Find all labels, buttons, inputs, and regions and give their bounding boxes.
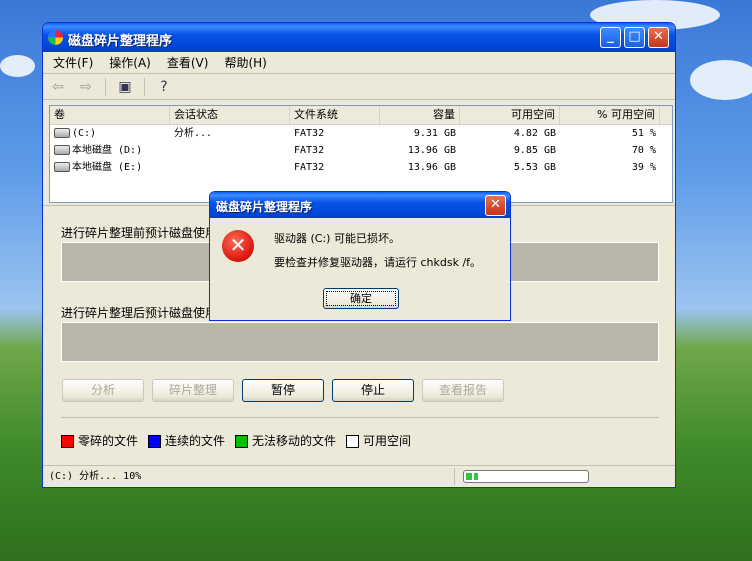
show-hide-console-icon[interactable]: ▣ bbox=[116, 79, 134, 95]
stop-button[interactable]: 停止 bbox=[332, 379, 414, 402]
help-icon[interactable]: ? bbox=[155, 79, 173, 95]
minimize-button[interactable]: _ bbox=[600, 27, 621, 48]
menu-view[interactable]: 查看(V) bbox=[167, 54, 209, 71]
legend: 零碎的文件 连续的文件 无法移动的文件 可用空间 bbox=[61, 432, 411, 449]
progress-fill bbox=[466, 473, 478, 480]
divider bbox=[61, 417, 659, 418]
volume-capacity: 13.96 GB bbox=[407, 145, 456, 156]
error-icon: ✕ bbox=[222, 230, 254, 262]
col-capacity[interactable]: 容量 bbox=[380, 106, 460, 124]
volume-row[interactable]: 本地磁盘 (D:) FAT32 13.96 GB 9.85 GB 70 % bbox=[50, 142, 672, 159]
legend-swatch bbox=[148, 435, 162, 448]
menu-help[interactable]: 帮助(H) bbox=[224, 54, 266, 71]
col-session-status[interactable]: 会话状态 bbox=[170, 106, 290, 124]
volume-name: (C:) bbox=[72, 128, 97, 139]
after-usage-bar bbox=[61, 322, 659, 362]
analyze-button[interactable]: 分析 bbox=[62, 379, 144, 402]
legend-swatch bbox=[346, 435, 360, 448]
legend-swatch bbox=[235, 435, 249, 448]
col-free-space[interactable]: 可用空间 bbox=[460, 106, 560, 124]
error-dialog: 磁盘碎片整理程序 ✕ ✕ 驱动器 (C:) 可能已损坏。 要检查并修复驱动器，请… bbox=[209, 191, 511, 321]
volume-list: 卷 会话状态 文件系统 容量 可用空间 % 可用空间 (C:) 分析... FA… bbox=[49, 105, 673, 203]
drive-icon bbox=[54, 128, 70, 138]
pause-button[interactable]: 暂停 bbox=[242, 379, 324, 402]
volume-free: 9.85 GB bbox=[513, 145, 556, 156]
menubar: 文件(F) 操作(A) 查看(V) 帮助(H) bbox=[43, 52, 675, 74]
volume-pct: 39 % bbox=[631, 162, 656, 173]
volume-capacity: 9.31 GB bbox=[413, 128, 456, 139]
before-usage-label: 进行碎片整理前预计磁盘使用量: bbox=[61, 226, 234, 240]
volume-row[interactable]: (C:) 分析... FAT32 9.31 GB 4.82 GB 51 % bbox=[50, 125, 672, 142]
window-title: 磁盘碎片整理程序 bbox=[68, 34, 173, 49]
dialog-titlebar[interactable]: 磁盘碎片整理程序 ✕ bbox=[210, 192, 510, 218]
view-report-button[interactable]: 查看报告 bbox=[422, 379, 504, 402]
close-button[interactable]: ✕ bbox=[648, 27, 669, 48]
col-file-system[interactable]: 文件系统 bbox=[290, 106, 380, 124]
legend-fragmented: 零碎的文件 bbox=[61, 432, 138, 449]
volume-capacity: 13.96 GB bbox=[407, 162, 456, 173]
cloud bbox=[0, 55, 35, 77]
volume-name: 本地磁盘 (E:) bbox=[72, 162, 143, 173]
drive-icon bbox=[54, 145, 70, 155]
defragment-button[interactable]: 碎片整理 bbox=[152, 379, 234, 402]
status-bar: (C:) 分析... 10% bbox=[43, 465, 675, 487]
maximize-button[interactable]: □ bbox=[624, 27, 645, 48]
analysis-progress-bar bbox=[463, 470, 589, 483]
cloud bbox=[690, 60, 752, 100]
volume-fs: FAT32 bbox=[294, 162, 325, 173]
toolbar-separator bbox=[105, 77, 106, 96]
dialog-title: 磁盘碎片整理程序 bbox=[216, 200, 313, 214]
volume-pct: 51 % bbox=[631, 128, 656, 139]
menu-action[interactable]: 操作(A) bbox=[109, 54, 151, 71]
toolbar: ⇦ ⇨ ▣ ? bbox=[43, 74, 675, 100]
back-arrow-icon[interactable]: ⇦ bbox=[49, 79, 67, 95]
volume-status bbox=[170, 142, 290, 159]
volume-free: 5.53 GB bbox=[513, 162, 556, 173]
col-pct-free[interactable]: % 可用空间 bbox=[560, 106, 660, 124]
col-volume[interactable]: 卷 bbox=[50, 106, 170, 124]
forward-arrow-icon[interactable]: ⇨ bbox=[77, 79, 95, 95]
dialog-message-line1: 驱动器 (C:) 可能已损坏。 bbox=[274, 232, 400, 245]
defrag-app-icon bbox=[48, 30, 63, 45]
volume-fs: FAT32 bbox=[294, 128, 325, 139]
legend-free-space: 可用空间 bbox=[346, 432, 411, 449]
drive-icon bbox=[54, 162, 70, 172]
after-usage-label: 进行碎片整理后预计磁盘使用量: bbox=[61, 306, 234, 320]
status-text: (C:) 分析... 10% bbox=[43, 468, 455, 485]
toolbar-separator bbox=[144, 77, 145, 96]
legend-unmovable: 无法移动的文件 bbox=[235, 432, 336, 449]
ok-button[interactable]: 确定 bbox=[323, 288, 399, 309]
window-titlebar[interactable]: 磁盘碎片整理程序 _ □ ✕ bbox=[43, 23, 675, 52]
volume-fs: FAT32 bbox=[294, 145, 325, 156]
legend-swatch bbox=[61, 435, 74, 448]
volume-row[interactable]: 本地磁盘 (E:) FAT32 13.96 GB 5.53 GB 39 % bbox=[50, 159, 672, 176]
volume-name: 本地磁盘 (D:) bbox=[72, 145, 143, 156]
dialog-message-line2: 要检查并修复驱动器，请运行 chkdsk /f。 bbox=[274, 256, 482, 269]
volume-list-header: 卷 会话状态 文件系统 容量 可用空间 % 可用空间 bbox=[50, 106, 672, 125]
volume-pct: 70 % bbox=[631, 145, 656, 156]
volume-status: 分析... bbox=[174, 128, 213, 139]
legend-contiguous: 连续的文件 bbox=[148, 432, 225, 449]
volume-free: 4.82 GB bbox=[513, 128, 556, 139]
volume-status bbox=[170, 159, 290, 176]
menu-file[interactable]: 文件(F) bbox=[53, 54, 93, 71]
dialog-close-button[interactable]: ✕ bbox=[485, 195, 506, 216]
